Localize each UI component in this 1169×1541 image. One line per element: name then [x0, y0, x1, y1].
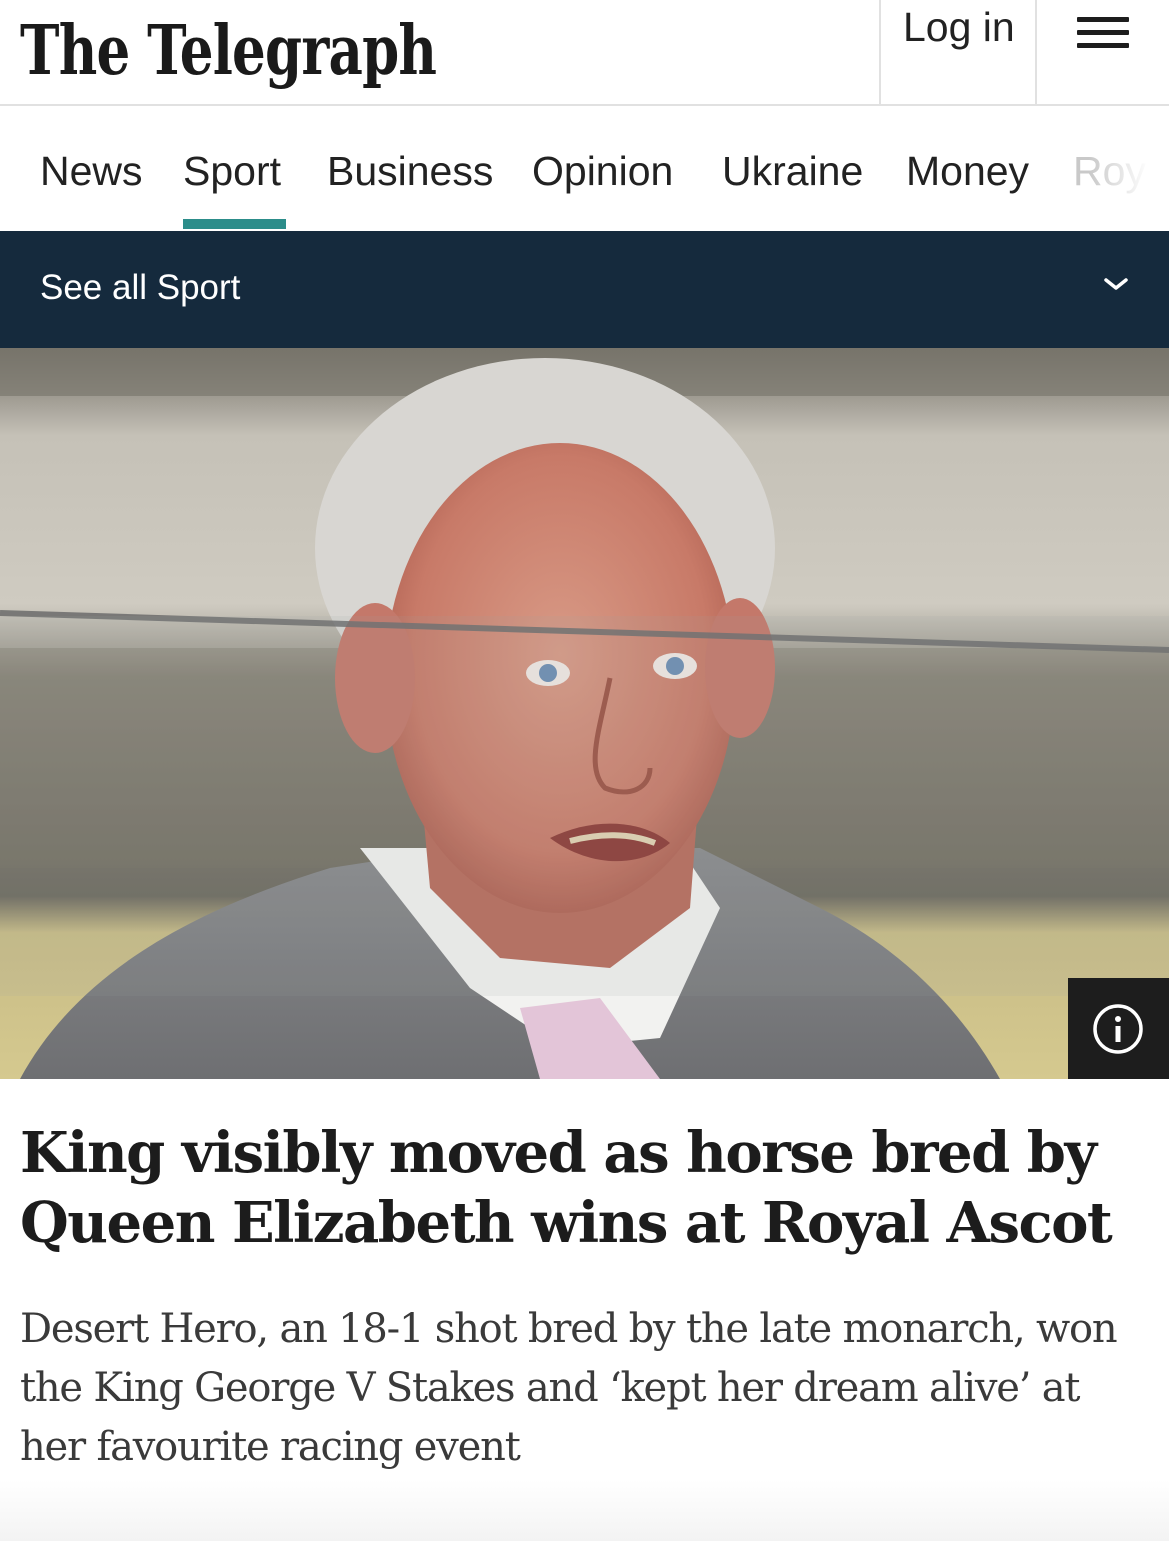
telegraph-logo[interactable]: The Telegraph: [20, 6, 437, 96]
bottom-fade: [0, 1480, 1169, 1541]
see-all-sport-bar[interactable]: See all Sport: [0, 231, 1169, 348]
info-icon: [1093, 1004, 1143, 1054]
site-header: The Telegraph Log in: [0, 0, 1169, 106]
primary-nav: News Sport Business Opinion Ukraine Mone…: [0, 106, 1169, 231]
hero-image[interactable]: [0, 348, 1169, 1079]
nav-item-business[interactable]: Business: [327, 142, 493, 200]
login-button[interactable]: Log in: [879, 0, 1037, 104]
image-info-button[interactable]: [1068, 978, 1169, 1079]
chevron-down-icon[interactable]: [1103, 276, 1129, 292]
login-label: Log in: [903, 4, 1015, 50]
nav-active-indicator: [183, 219, 286, 229]
article-standfirst: Desert Hero, an 18-1 shot bred by the la…: [20, 1306, 1118, 1470]
article-headline[interactable]: King visibly moved as horse bred by Quee…: [20, 1118, 1140, 1258]
nav-item-ukraine[interactable]: Ukraine: [722, 142, 863, 200]
see-all-sport-label: See all Sport: [40, 268, 241, 307]
hero-photo: [0, 348, 1169, 1079]
nav-item-money[interactable]: Money: [906, 142, 1029, 200]
nav-item-sport[interactable]: Sport: [183, 142, 281, 200]
nav-item-opinion[interactable]: Opinion: [532, 142, 673, 200]
nav-scroll-fade: [1089, 106, 1149, 231]
nav-item-news[interactable]: News: [40, 142, 143, 200]
hamburger-menu-icon: [1077, 17, 1129, 22]
hamburger-menu-button[interactable]: [1037, 0, 1169, 104]
